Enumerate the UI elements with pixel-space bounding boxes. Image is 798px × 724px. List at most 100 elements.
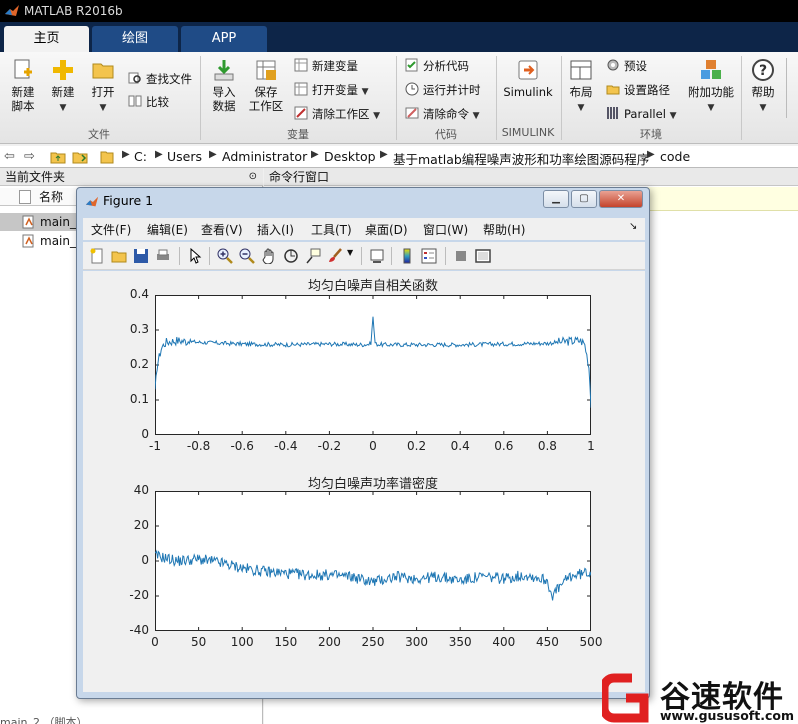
breadcrumb-item[interactable]: Administrator bbox=[222, 149, 307, 164]
y-tick-label: 0 bbox=[141, 427, 149, 441]
hide-plot-tools-icon[interactable] bbox=[453, 248, 469, 264]
menu-edit[interactable]: 编辑(E) bbox=[147, 221, 188, 238]
breadcrumb-item[interactable]: code bbox=[660, 149, 690, 164]
breadcrumb-item[interactable]: C: bbox=[134, 149, 147, 164]
figure-toolbar: ▼ bbox=[83, 242, 645, 270]
zoom-in-icon[interactable] bbox=[217, 248, 233, 264]
set-path-button[interactable]: 设置路径 bbox=[606, 81, 670, 99]
legend-icon[interactable] bbox=[421, 248, 437, 264]
save-workspace-icon bbox=[256, 60, 276, 80]
menu-desktop[interactable]: 桌面(D) bbox=[365, 221, 408, 238]
file-detail-fragment: main_2 （脚本） bbox=[0, 716, 88, 724]
matlab-logo-icon bbox=[5, 5, 19, 16]
figure-canvas[interactable]: 均匀白噪声自相关函数 均匀白噪声功率谱密度 -1 -0.8 -0.6 -0.4 -0.2… bbox=[83, 271, 645, 692]
save-icon[interactable] bbox=[133, 248, 149, 264]
minimize-button[interactable]: ▁ bbox=[543, 190, 569, 208]
menu-file[interactable]: 文件(F) bbox=[91, 221, 131, 238]
pan-hand-icon[interactable] bbox=[261, 248, 277, 264]
new-figure-icon[interactable] bbox=[89, 248, 105, 264]
close-button[interactable]: ✕ bbox=[599, 190, 643, 208]
browse-folder-icon[interactable] bbox=[72, 150, 88, 164]
zoom-out-icon[interactable] bbox=[239, 248, 255, 264]
y-tick-label: -20 bbox=[129, 588, 149, 602]
current-folder-header: 当前文件夹 ⊙ bbox=[0, 168, 263, 186]
chevron-down-icon: ▼ bbox=[669, 111, 677, 121]
addons-button[interactable]: 附加功能 ▼ bbox=[686, 58, 736, 115]
brush-icon[interactable] bbox=[327, 248, 343, 264]
ribbon-divider bbox=[741, 56, 742, 140]
import-data-button[interactable]: 导入 数据 bbox=[205, 58, 243, 113]
clear-commands-button[interactable]: 清除命令 ▼ bbox=[405, 105, 480, 123]
up-folder-icon[interactable] bbox=[50, 150, 66, 164]
breadcrumb-item[interactable]: Users bbox=[167, 149, 202, 164]
data-cursor-icon[interactable] bbox=[305, 248, 321, 264]
analyze-code-button[interactable]: 分析代码 bbox=[405, 57, 469, 75]
tab-apps[interactable]: APP bbox=[181, 26, 267, 52]
save-workspace-button[interactable]: 保存 工作区 bbox=[247, 58, 285, 113]
menu-insert[interactable]: 插入(I) bbox=[257, 221, 294, 238]
run-and-time-icon bbox=[405, 82, 419, 96]
toolbar-divider bbox=[391, 247, 392, 265]
parallel-button[interactable]: Parallel ▼ bbox=[606, 105, 676, 123]
compare-button[interactable]: 比较 bbox=[128, 93, 169, 111]
axes-box bbox=[155, 295, 591, 435]
print-icon[interactable] bbox=[155, 248, 171, 264]
open-button[interactable]: 打开 ▼ bbox=[86, 58, 120, 115]
find-files-button[interactable]: 查找文件 bbox=[128, 70, 192, 88]
open-file-icon[interactable] bbox=[111, 248, 127, 264]
figure-menu-bar: 文件(F) 编辑(E) 查看(V) 插入(I) 工具(T) 桌面(D) 窗口(W… bbox=[83, 218, 645, 240]
maximize-button[interactable]: ▢ bbox=[571, 190, 597, 208]
preferences-button[interactable]: 预设 bbox=[606, 57, 647, 75]
menu-dock-arrow-icon[interactable]: ↘ bbox=[629, 221, 637, 232]
chevron-down-icon: ▼ bbox=[759, 103, 767, 113]
new-button[interactable]: 新建 ▼ bbox=[46, 58, 80, 115]
rotate-3d-icon[interactable] bbox=[283, 248, 299, 264]
new-variable-button[interactable]: 新建变量 bbox=[294, 57, 358, 75]
forward-arrow-icon[interactable]: ⇨ bbox=[24, 149, 35, 164]
show-plot-tools-icon[interactable] bbox=[475, 248, 491, 264]
brush-dropdown-arrow-icon[interactable]: ▼ bbox=[347, 248, 353, 257]
y-tick-label: 40 bbox=[133, 483, 149, 497]
colorbar-icon[interactable] bbox=[399, 248, 415, 264]
power-spectral-density-axes[interactable] bbox=[155, 491, 591, 631]
simulink-button[interactable]: Simulink bbox=[500, 58, 556, 99]
new-script-button[interactable]: 新建 脚本 bbox=[6, 58, 40, 113]
tab-home[interactable]: 主页 bbox=[4, 26, 89, 52]
x-tick-label: 0.6 bbox=[494, 439, 514, 453]
x-tick-label: 50 bbox=[190, 635, 207, 649]
watermark: 谷速软件 www.gususoft.com bbox=[602, 662, 798, 724]
y-tick-label: 0.3 bbox=[129, 322, 149, 336]
breadcrumb-item[interactable]: 基于matlab编程噪声波形和功率绘图源码程序 bbox=[393, 149, 649, 168]
panel-menu-icon[interactable]: ⊙ bbox=[249, 168, 257, 186]
menu-window[interactable]: 窗口(W) bbox=[423, 221, 468, 238]
run-and-time-button[interactable]: 运行并计时 bbox=[405, 81, 481, 99]
x-tick-label: 0.4 bbox=[450, 439, 470, 453]
link-plot-icon[interactable] bbox=[369, 248, 385, 264]
layout-button[interactable]: 布局 ▼ bbox=[564, 58, 598, 115]
y-tick-label: 0.1 bbox=[129, 392, 149, 406]
breadcrumb-separator: ▶ bbox=[155, 149, 163, 160]
menu-view[interactable]: 查看(V) bbox=[201, 221, 243, 238]
x-tick-label: 0 bbox=[369, 439, 377, 453]
figure-window[interactable]: Figure 1 ▁ ▢ ✕ 文件(F) 编辑(E) 查看(V) 插入(I) 工… bbox=[76, 187, 650, 699]
x-tick-label: -0.4 bbox=[274, 439, 298, 453]
ribbon-toolstrip: 新建 脚本 新建 ▼ 打开 ▼ 查找文件 比较 文件 导入 数据 保存 工作区 新建… bbox=[0, 52, 798, 144]
command-window-header: 命令行窗口 bbox=[264, 168, 798, 186]
open-variable-button[interactable]: 打开变量 ▼ bbox=[294, 81, 369, 99]
find-files-icon bbox=[128, 72, 141, 84]
pointer-arrow-icon[interactable] bbox=[187, 248, 203, 264]
toolbar-divider bbox=[445, 247, 446, 265]
breadcrumb-item[interactable]: Desktop bbox=[324, 149, 376, 164]
group-label-file: 文件 bbox=[88, 128, 110, 141]
menu-help[interactable]: 帮助(H) bbox=[483, 221, 525, 238]
chevron-down-icon: ▼ bbox=[59, 103, 67, 113]
back-arrow-icon[interactable]: ⇦ bbox=[4, 149, 15, 164]
autocorrelation-axes[interactable] bbox=[155, 295, 591, 435]
clear-workspace-button[interactable]: 清除工作区 ▼ bbox=[294, 105, 380, 123]
x-tick-label: 150 bbox=[274, 635, 298, 649]
help-button[interactable]: ? 帮助 ▼ bbox=[746, 58, 780, 115]
ribbon-collapse-strip[interactable] bbox=[786, 58, 796, 118]
y-tick-label: 0 bbox=[141, 553, 149, 567]
tab-plots[interactable]: 绘图 bbox=[92, 26, 178, 52]
menu-tools[interactable]: 工具(T) bbox=[311, 221, 352, 238]
